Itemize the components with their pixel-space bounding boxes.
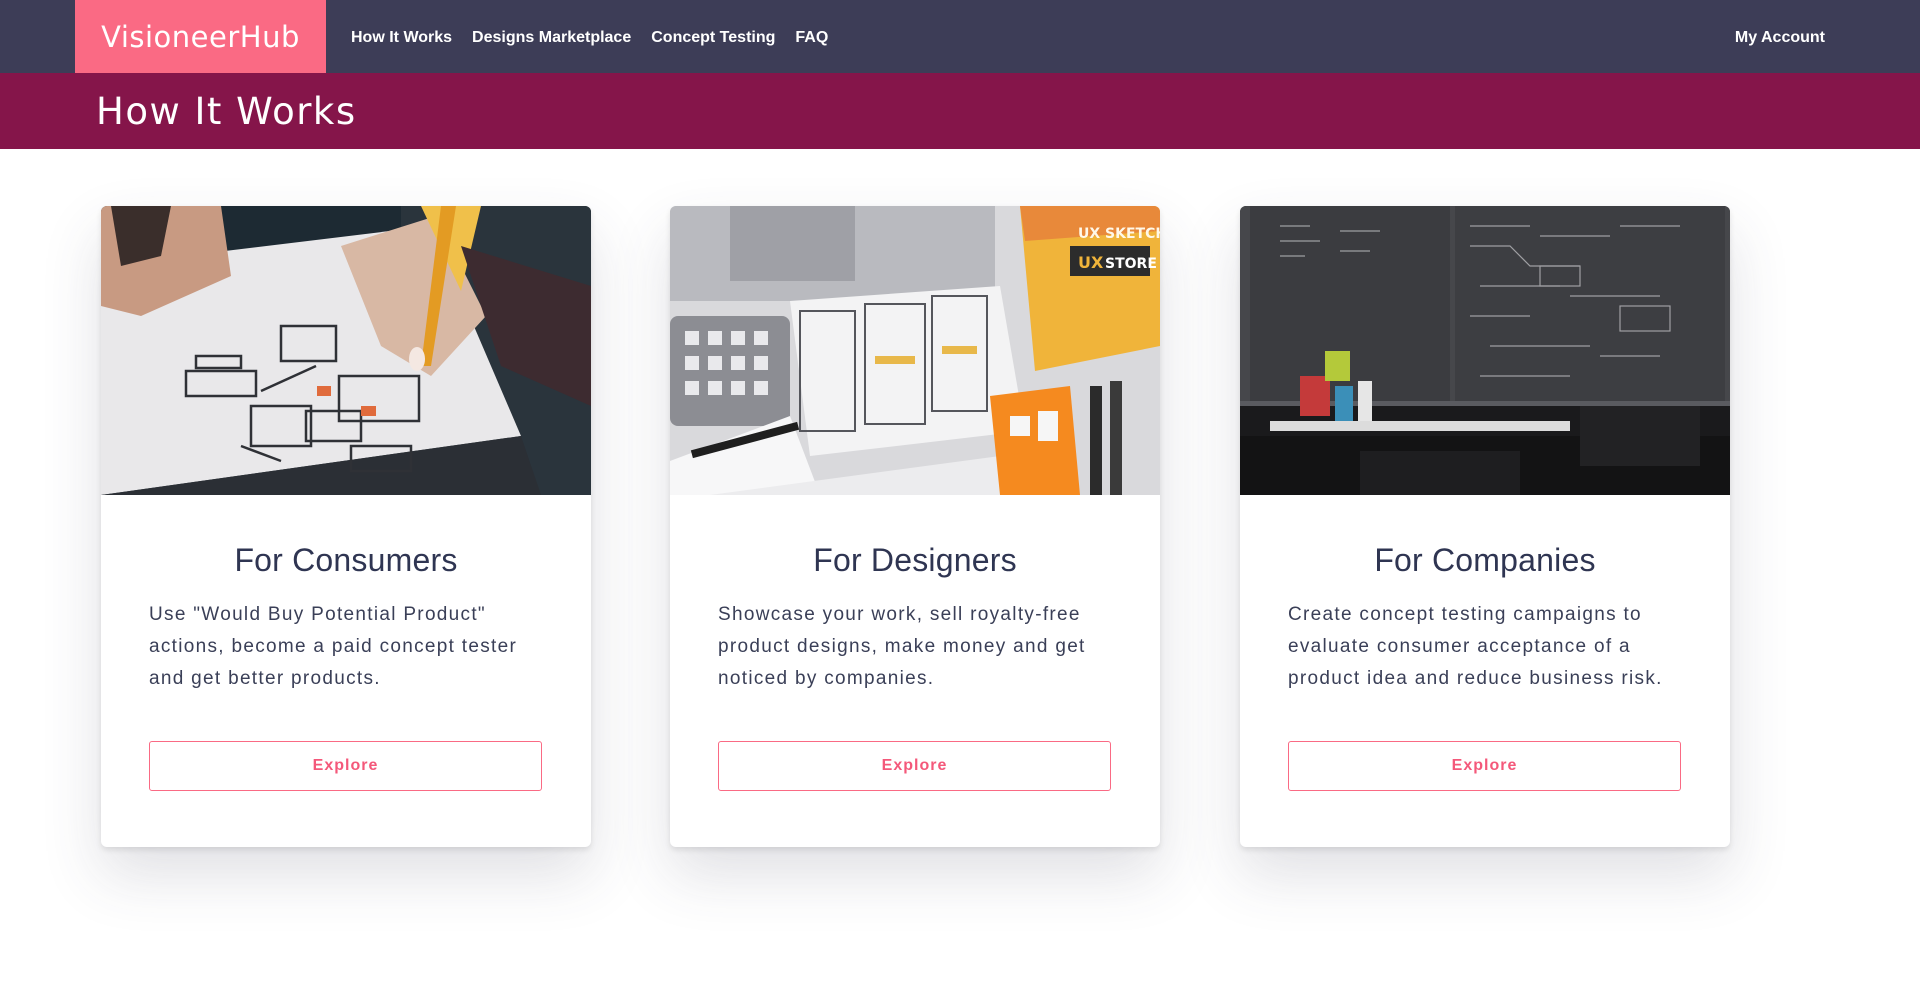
- card-title: For Designers: [813, 542, 1017, 578]
- nav-link-concept-testing[interactable]: Concept Testing: [651, 29, 775, 47]
- ux-logo-label: UX: [1078, 253, 1104, 272]
- card-consumers: For Consumers Use "Would Buy Potential P…: [101, 206, 591, 847]
- nav-link-designs-marketplace[interactable]: Designs Marketplace: [472, 29, 631, 47]
- card-title: For Companies: [1374, 542, 1596, 578]
- classroom-blackboard-image: [1240, 206, 1730, 495]
- sketching-wireframes-image: [101, 206, 591, 495]
- card-designers: UX SKETCH UX STORE For Designers Showcas…: [670, 206, 1160, 847]
- nav-link-faq[interactable]: FAQ: [795, 29, 828, 47]
- my-account-link[interactable]: My Account: [1735, 0, 1825, 75]
- brand-logo[interactable]: VisioneerHub: [75, 0, 326, 73]
- page-title: How It Works: [96, 90, 357, 133]
- card-title: For Consumers: [234, 542, 458, 578]
- ux-sketch-kit-image: UX SKETCH UX STORE: [670, 206, 1160, 495]
- explore-designers-button[interactable]: Explore: [718, 741, 1111, 791]
- nav-link-how-it-works[interactable]: How It Works: [351, 29, 452, 47]
- card-description: Use "Would Buy Potential Product" action…: [149, 604, 518, 689]
- card-description: Create concept testing campaigns to eval…: [1288, 604, 1663, 689]
- store-label: STORE: [1105, 256, 1157, 272]
- top-navbar: VisioneerHub How It Works Designs Market…: [0, 0, 1920, 73]
- card-companies: For Companies Create concept testing cam…: [1240, 206, 1730, 847]
- explore-companies-button[interactable]: Explore: [1288, 741, 1681, 791]
- main-nav: How It Works Designs Marketplace Concept…: [351, 0, 828, 76]
- ux-sketch-label: UX SKETCH: [1078, 226, 1160, 242]
- explore-consumers-button[interactable]: Explore: [149, 741, 542, 791]
- page-header-banner: How It Works: [0, 73, 1920, 149]
- card-description: Showcase your work, sell royalty-free pr…: [718, 604, 1086, 689]
